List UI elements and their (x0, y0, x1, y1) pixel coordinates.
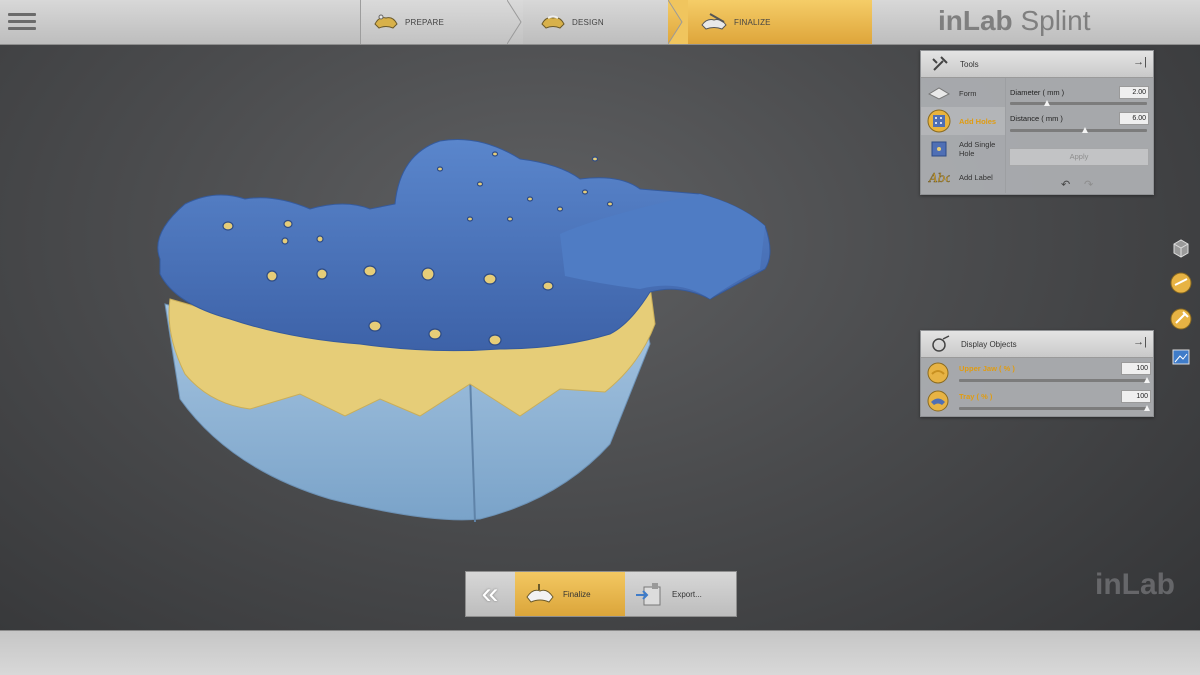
bottom-status-strip (0, 630, 1200, 675)
tool-label: Add Label (959, 172, 993, 182)
finalize-jaw-icon (526, 584, 554, 603)
apply-button[interactable]: Apply (1009, 148, 1149, 166)
finalize-label: Finalize (563, 589, 591, 599)
brand-light: Splint (1012, 5, 1091, 36)
form-icon (928, 87, 950, 100)
cube-view-icon[interactable] (1170, 237, 1192, 259)
tools-panel: Tools →| Form Add Holes Add Single Hole … (920, 50, 1154, 195)
upper-jaw-icon (927, 362, 949, 384)
export-icon (636, 583, 661, 606)
diameter-label: Diameter ( mm ) (1010, 88, 1065, 97)
tool-add-single-hole[interactable]: Add Single Hole (921, 135, 1005, 163)
tool-label: Add Holes (959, 116, 997, 126)
svg-text:Abc: Abc (928, 171, 950, 184)
display-objects-icon (932, 335, 950, 352)
tool-label: Form (959, 88, 977, 98)
brand-bold: inLab (938, 5, 1013, 36)
upper-jaw-slider-thumb[interactable] (1144, 377, 1150, 383)
step-finalize[interactable]: FINALIZE (668, 0, 872, 44)
step-label: DESIGN (572, 17, 604, 27)
display-panel-title: Display Objects (961, 339, 1017, 349)
back-button[interactable]: « (466, 572, 514, 616)
tools-panel-header: Tools →| (921, 51, 1153, 78)
tools-icon (932, 56, 948, 71)
upper-jaw-opacity-slider[interactable] (959, 379, 1147, 382)
bottom-action-bar: « Finalize Export... (465, 571, 737, 617)
diameter-slider-thumb[interactable] (1043, 100, 1050, 106)
step-prepare[interactable]: PREPARE (360, 0, 523, 44)
tool-label: Add Single Hole (959, 140, 996, 158)
add-single-hole-icon (931, 141, 947, 157)
undo-icon[interactable]: ↶ (1061, 178, 1070, 191)
tool-add-holes[interactable]: Add Holes (921, 107, 1005, 135)
double-chevron-left-icon: « (481, 577, 499, 610)
tool-view-icon[interactable] (1170, 308, 1192, 330)
add-label-icon: Abc (928, 171, 950, 184)
hamburger-menu-icon[interactable] (8, 9, 36, 35)
upper-jaw-opacity-input[interactable]: 100 (1121, 362, 1151, 375)
distance-input[interactable]: 6.00 (1119, 112, 1149, 125)
finalize-icon (701, 13, 727, 30)
distance-label: Distance ( mm ) (1010, 114, 1063, 123)
top-bar: PREPARE DESIGN FINALIZE inLab Splint (0, 0, 1200, 45)
add-holes-icon (927, 109, 951, 133)
display-item-label: Tray ( % ) (959, 392, 993, 401)
distance-slider[interactable] (1010, 129, 1147, 132)
display-item-label: Upper Jaw ( % ) (959, 364, 1015, 373)
tray-slider-thumb[interactable] (1144, 405, 1150, 411)
pin-icon[interactable]: →| (1133, 56, 1147, 68)
tray-opacity-input[interactable]: 100 (1121, 390, 1151, 403)
tray-icon (927, 390, 949, 412)
distance-slider-thumb[interactable] (1082, 127, 1089, 133)
step-design[interactable]: DESIGN (530, 0, 680, 44)
inlab-watermark: inLab (1095, 568, 1175, 601)
diameter-input[interactable]: 2.00 (1119, 86, 1149, 99)
prepare-icon (374, 14, 398, 29)
pin-icon[interactable]: →| (1133, 336, 1147, 348)
display-panel-header: Display Objects →| (921, 331, 1153, 358)
display-item-upper-jaw[interactable]: Upper Jaw ( % ) 100 (921, 359, 1153, 387)
design-icon (541, 15, 565, 29)
step-label: FINALIZE (734, 17, 771, 27)
tool-form[interactable]: Form (921, 79, 1005, 107)
workflow-steps: PREPARE DESIGN FINALIZE (360, 0, 872, 44)
tool-add-label[interactable]: Abc Add Label (921, 163, 1005, 191)
screenshot-icon[interactable] (1170, 346, 1192, 368)
step-separator (507, 0, 522, 44)
display-item-tray[interactable]: Tray ( % ) 100 (921, 387, 1153, 415)
diameter-slider[interactable] (1010, 102, 1147, 105)
tray-opacity-slider[interactable] (959, 407, 1147, 410)
export-button[interactable]: Export... (626, 572, 736, 616)
step-separator (668, 0, 688, 44)
export-label: Export... (672, 589, 702, 599)
jaw-view-icon[interactable] (1170, 272, 1192, 294)
tools-panel-title: Tools (960, 59, 979, 69)
step-label: PREPARE (405, 17, 445, 27)
finalize-button[interactable]: Finalize (515, 572, 625, 616)
app-brand: inLab Splint (938, 5, 1091, 37)
panel-divider (1005, 78, 1006, 193)
display-objects-panel: Display Objects →| Upper Jaw ( % ) 100 T… (920, 330, 1154, 417)
redo-icon[interactable]: ↷ (1084, 178, 1093, 191)
